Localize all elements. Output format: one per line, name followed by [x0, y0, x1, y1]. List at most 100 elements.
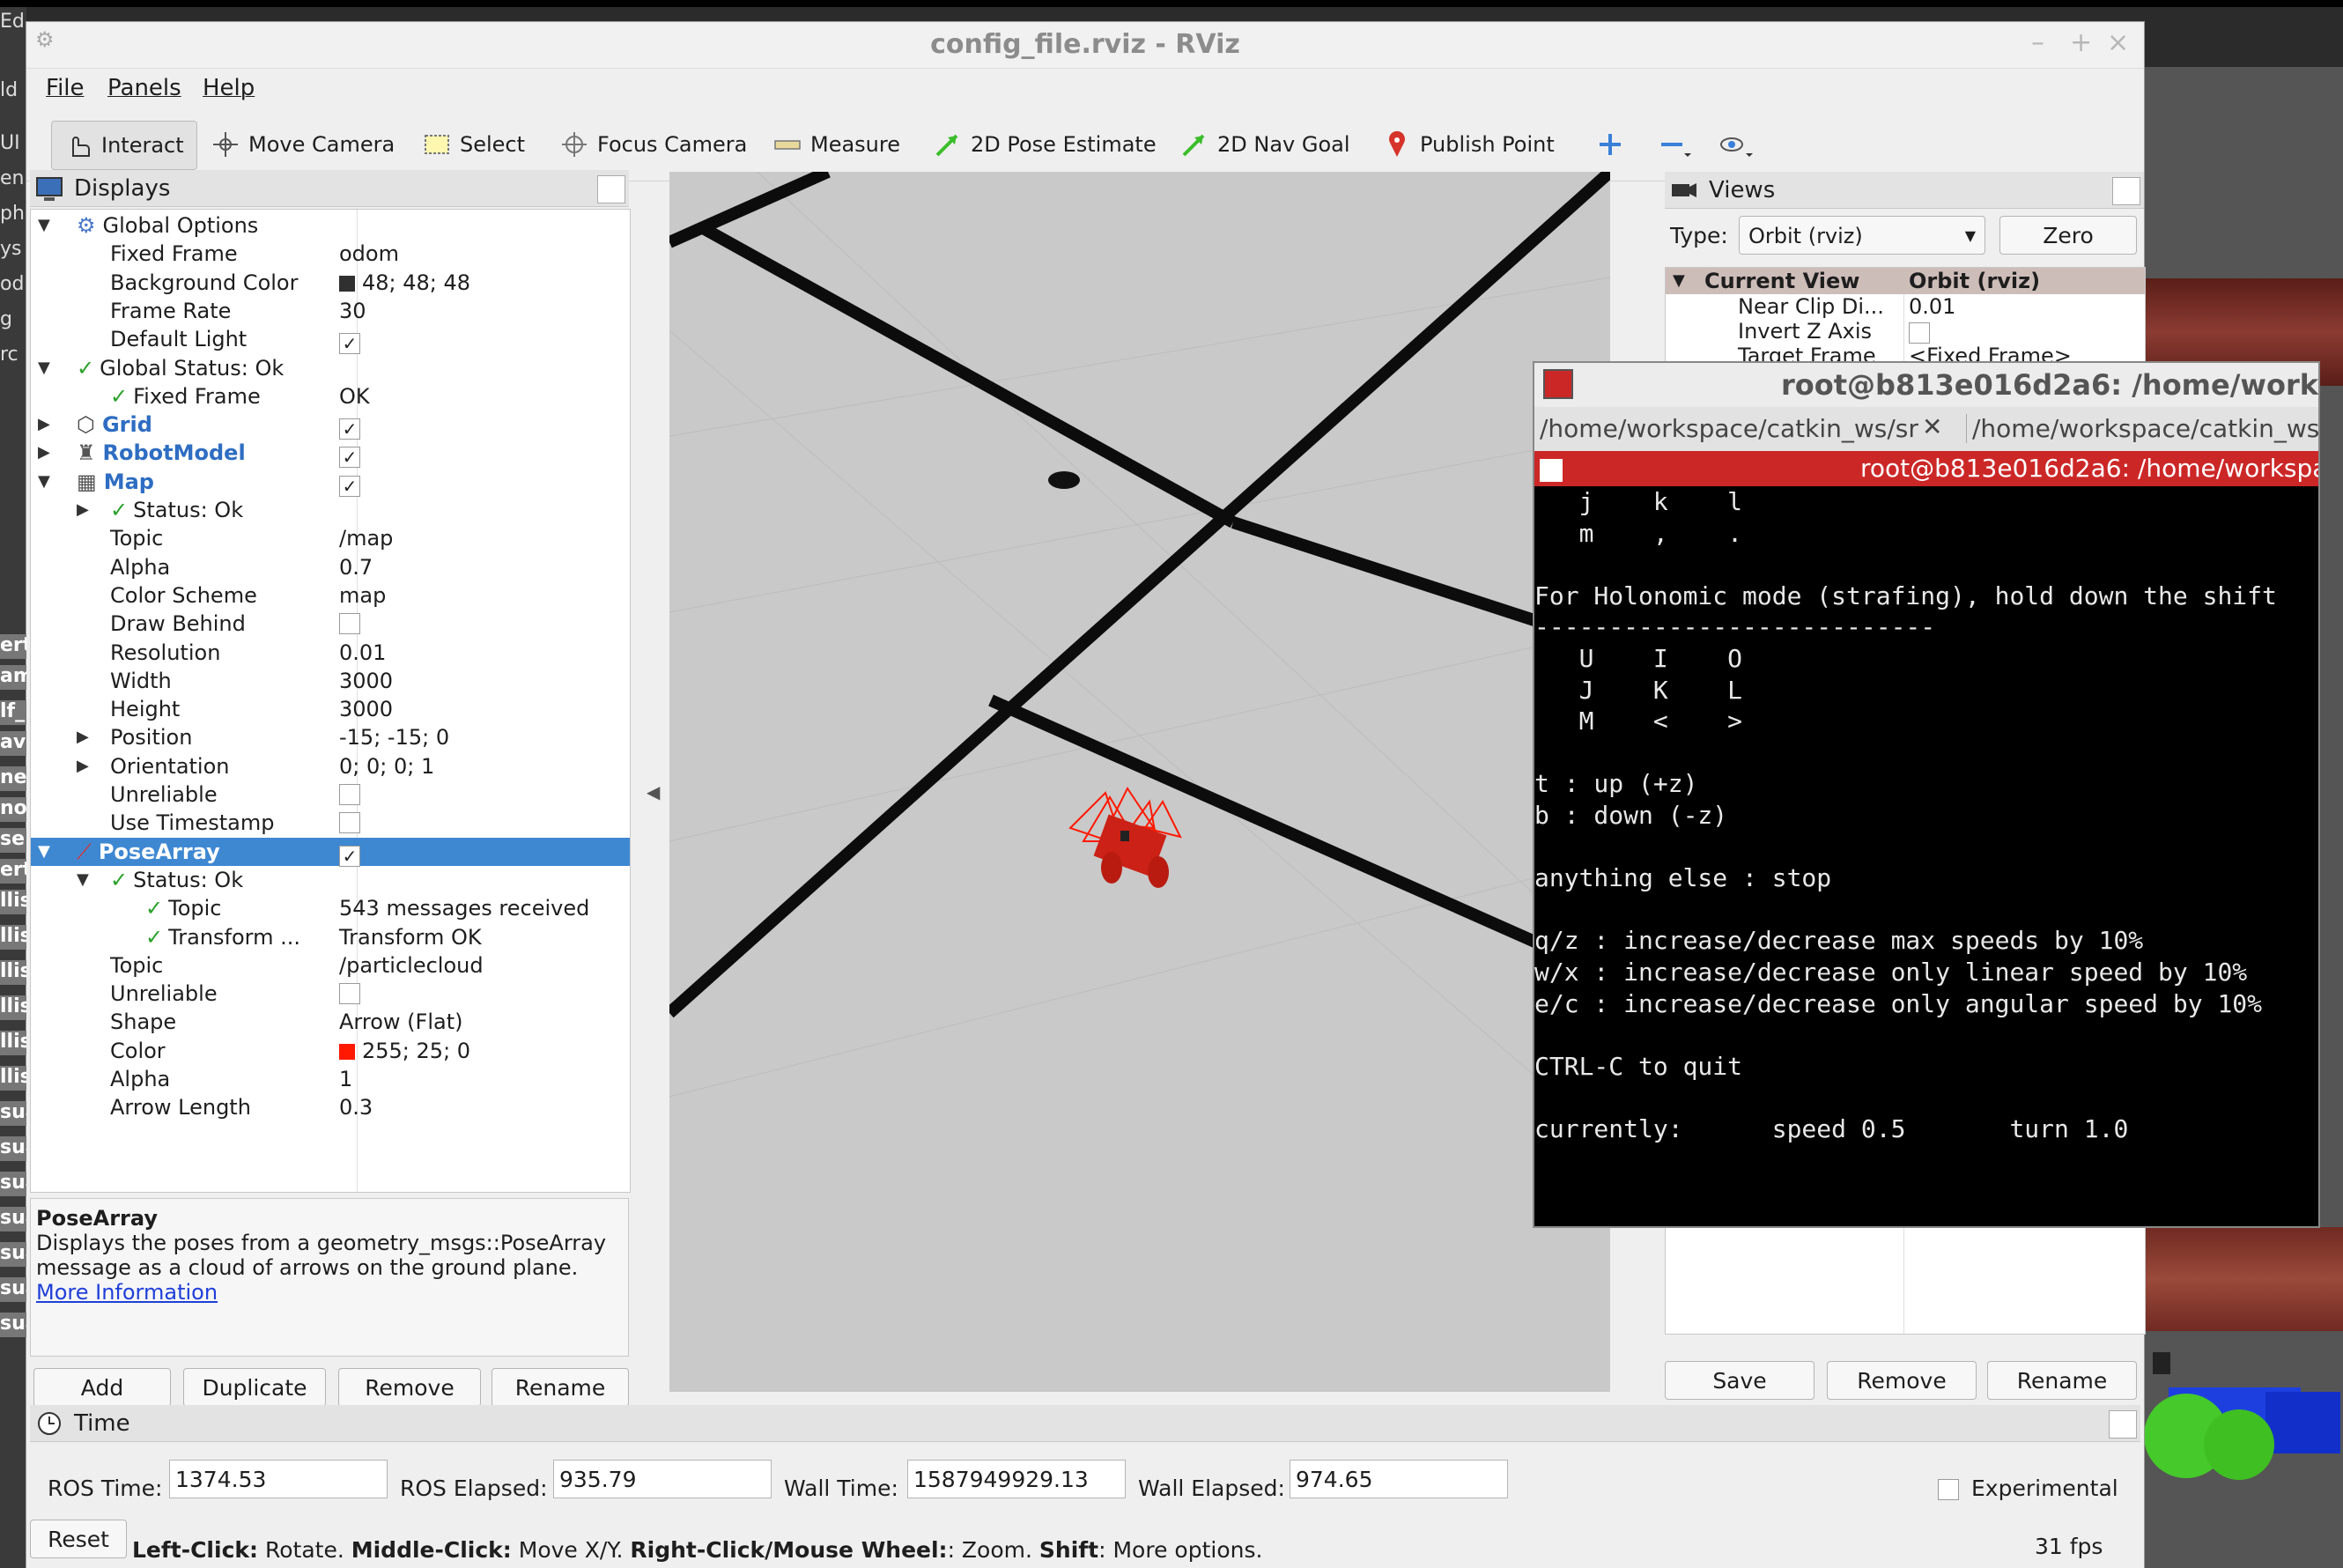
display-row[interactable]: Background Color 48; 48; 48	[31, 269, 630, 297]
view-type-select[interactable]: Orbit (rviz) ▼	[1739, 216, 1985, 255]
zero-button[interactable]: Zero	[1999, 216, 2137, 255]
terminal-tab-1[interactable]: /home/workspace/catkin_ws/sr	[1540, 414, 1918, 443]
display-row-value[interactable]	[339, 809, 360, 837]
display-row-value[interactable]: 0.7	[339, 553, 373, 581]
display-row-value[interactable]: -15; -15; 0	[339, 723, 449, 751]
view-prop-value[interactable]	[1909, 319, 1930, 345]
reset-button[interactable]: Reset	[30, 1520, 127, 1558]
wall-time-field[interactable]: 1587949929.13	[907, 1460, 1126, 1498]
terminal-tab-2[interactable]: /home/workspace/catkin_ws	[1966, 414, 2318, 443]
close-tab-icon[interactable]: ✕	[1922, 412, 1942, 441]
enable-checkbox[interactable]	[339, 613, 360, 635]
display-row[interactable]: Default Light ✓	[31, 325, 630, 355]
display-row-value[interactable]: OK	[339, 382, 370, 410]
current-view-row[interactable]: ▼ Current View Orbit (rviz)	[1666, 268, 2145, 294]
display-row[interactable]: Arrow Length 0.3	[31, 1093, 630, 1121]
display-row-value[interactable]: 255; 25; 0	[339, 1037, 470, 1065]
tool-focus-camera[interactable]: Focus Camera	[560, 121, 747, 168]
collapse-arrow-icon[interactable]: ▼	[38, 211, 50, 240]
tool-2d-nav-goal[interactable]: 2D Nav Goal	[1180, 121, 1350, 168]
panel-float-button[interactable]	[2109, 1410, 2137, 1439]
display-row[interactable]: Unreliable	[31, 780, 630, 809]
tool-move-camera[interactable]: Move Camera	[211, 121, 395, 168]
title-bar[interactable]: config_file.rviz - RViz ⚙ – + ×	[26, 22, 2144, 69]
enable-checkbox[interactable]: ✓	[339, 845, 360, 867]
display-row[interactable]: ▶ ⬡ Grid ✓	[31, 410, 630, 440]
display-row[interactable]: ▶ ♜ RobotModel ✓	[31, 439, 630, 469]
display-row-value[interactable]: ✓	[339, 325, 360, 355]
display-row[interactable]: ▶ Position -15; -15; 0	[31, 723, 630, 751]
display-row[interactable]: Frame Rate 30	[31, 297, 630, 325]
duplicate-display-button[interactable]: Duplicate	[183, 1368, 326, 1407]
display-row[interactable]: ▼ ▦ Map ✓	[31, 468, 630, 497]
collapse-arrow-icon[interactable]: ▼	[38, 468, 50, 496]
enable-checkbox[interactable]	[339, 784, 360, 805]
experimental-checkbox[interactable]	[1938, 1476, 1959, 1500]
display-row[interactable]: ▶ ✓ Status: Ok	[31, 496, 630, 524]
display-row-value[interactable]: ✓	[339, 838, 360, 867]
close-button[interactable]: ×	[2107, 27, 2129, 58]
tool-properties-button[interactable]	[1719, 121, 1753, 168]
maximize-button[interactable]: +	[2070, 27, 2092, 58]
display-row[interactable]: ✓ Topic 543 messages received	[31, 894, 630, 922]
ros-elapsed-field[interactable]: 935.79	[553, 1460, 772, 1498]
display-row[interactable]: Shape Arrow (Flat)	[31, 1008, 630, 1036]
display-row[interactable]: ▼ ✓ Global Status: Ok	[31, 354, 630, 382]
collapse-arrow-icon[interactable]: ▼	[38, 838, 50, 866]
enable-checkbox[interactable]: ✓	[339, 333, 360, 355]
display-row[interactable]: Alpha 1	[31, 1065, 630, 1093]
display-row-value[interactable]: ✓	[339, 468, 360, 497]
display-row-value[interactable]: 48; 48; 48	[339, 269, 470, 297]
display-row-value[interactable]: 1	[339, 1065, 352, 1093]
enable-checkbox[interactable]	[339, 983, 360, 1005]
minimize-button[interactable]: –	[2031, 27, 2044, 58]
render-viewport[interactable]	[669, 172, 1610, 1392]
display-row-value[interactable]: 3000	[339, 667, 393, 695]
tool-select[interactable]: Select	[423, 121, 525, 168]
display-row-value[interactable]: Arrow (Flat)	[339, 1008, 462, 1036]
display-row-value[interactable]: 0; 0; 0; 1	[339, 752, 434, 780]
invert-z-checkbox[interactable]	[1909, 322, 1930, 344]
collapse-arrow-icon[interactable]: ▼	[77, 866, 89, 894]
view-prop-row[interactable]: Near Clip Di... 0.01	[1666, 294, 2145, 319]
expand-arrow-icon[interactable]: ▶	[77, 723, 89, 751]
tool-interact[interactable]: Interact	[51, 121, 197, 170]
display-row-value[interactable]: /particlecloud	[339, 951, 484, 980]
collapse-arrow-icon[interactable]: ▼	[38, 354, 50, 382]
display-row-value[interactable]	[339, 780, 360, 809]
save-view-button[interactable]: Save	[1665, 1361, 1815, 1400]
display-row[interactable]: ▼ ✓ Status: Ok	[31, 866, 630, 894]
terminal-output[interactable]: j k l m , . For Holonomic mode (strafing…	[1534, 486, 2318, 1224]
display-row-value[interactable]: Transform OK	[339, 923, 482, 951]
display-row[interactable]: Draw Behind	[31, 610, 630, 638]
terminal-title-bar[interactable]: root@b813e016d2a6: /home/workspa	[1534, 363, 2318, 407]
view-prop-row[interactable]: Invert Z Axis	[1666, 319, 2145, 344]
enable-checkbox[interactable]: ✓	[339, 475, 360, 497]
display-row[interactable]: Width 3000	[31, 667, 630, 695]
collapse-left-panel-icon[interactable]: ◀	[647, 781, 660, 802]
expand-arrow-icon[interactable]: ▶	[77, 752, 89, 780]
remove-tool-button[interactable]	[1658, 121, 1691, 168]
remove-display-button[interactable]: Remove	[338, 1368, 481, 1407]
expand-arrow-icon[interactable]: ▶	[77, 496, 89, 524]
enable-checkbox[interactable]: ✓	[339, 418, 360, 440]
display-row[interactable]: Color 255; 25; 0	[31, 1037, 630, 1065]
rename-view-button[interactable]: Rename	[1987, 1361, 2137, 1400]
menu-help[interactable]: Help	[203, 75, 255, 101]
display-row[interactable]: Unreliable	[31, 980, 630, 1008]
display-row[interactable]: ▼ ⚙ Global Options	[31, 211, 630, 240]
display-row-value[interactable]: ✓	[339, 410, 360, 440]
display-row-value[interactable]: 0.01	[339, 639, 386, 667]
display-row[interactable]: Fixed Frame odom	[31, 240, 630, 268]
tool-publish-point[interactable]: Publish Point	[1383, 121, 1555, 168]
enable-checkbox[interactable]	[339, 812, 360, 834]
display-row[interactable]: ✓ Fixed Frame OK	[31, 382, 630, 410]
display-row-value[interactable]: 30	[339, 297, 366, 325]
ros-time-field[interactable]: 1374.53	[169, 1460, 388, 1498]
display-row[interactable]: Use Timestamp	[31, 809, 630, 837]
display-row[interactable]: ✓ Transform ... Transform OK	[31, 923, 630, 951]
view-prop-value[interactable]: 0.01	[1909, 294, 1955, 319]
display-row[interactable]: ▼ ⟋ PoseArray ✓	[31, 837, 630, 867]
wall-elapsed-field[interactable]: 974.65	[1290, 1460, 1508, 1498]
enable-checkbox[interactable]: ✓	[339, 447, 360, 469]
